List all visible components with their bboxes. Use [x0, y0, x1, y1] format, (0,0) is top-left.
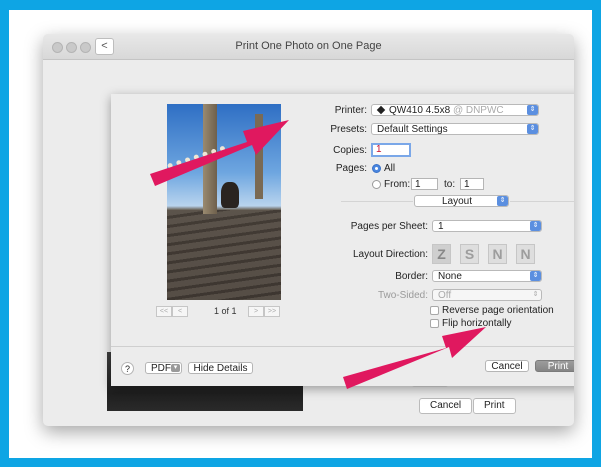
photo-preview	[167, 104, 281, 300]
up-down-arrows-icon: ⇕	[530, 221, 541, 231]
pager-back: << <	[156, 306, 188, 317]
border-value: None	[438, 271, 462, 282]
up-down-arrows-icon: ⇕	[527, 105, 538, 115]
title-bar: < Print One Photo on One Page	[43, 34, 574, 60]
pdf-label: PDF	[151, 363, 171, 374]
previous-page-button[interactable]: <	[172, 306, 188, 317]
pages-from-label: From:	[384, 179, 411, 190]
presets-popup[interactable]: Default Settings ⇕	[371, 123, 539, 135]
layout-direction-n-reversed[interactable]: N	[488, 244, 507, 264]
two-sided-value: Off	[438, 290, 452, 301]
pages-all-label: All	[384, 163, 396, 174]
print-button[interactable]: Print	[535, 360, 574, 372]
up-down-arrows-icon: ⇕	[532, 291, 539, 298]
pages-range-radio[interactable]	[372, 180, 381, 189]
window-title: Print One Photo on One Page	[235, 40, 382, 52]
copies-input[interactable]: 1	[371, 143, 411, 157]
pager-forward: > >>	[248, 306, 280, 317]
section-value: Layout	[442, 196, 473, 207]
flip-horizontally-checkbox[interactable]	[430, 319, 439, 328]
pages-all-radio[interactable]	[372, 164, 381, 173]
copies-label: Copies:	[333, 145, 367, 156]
printer-icon	[376, 105, 386, 115]
background-cancel-button[interactable]: Cancel	[419, 398, 473, 414]
reverse-orientation-label: Reverse page orientation	[442, 305, 554, 316]
printer-label: Printer:	[334, 105, 367, 116]
pages-per-sheet-label: Pages per Sheet:	[350, 221, 428, 232]
pages-from-input[interactable]: 1	[411, 178, 438, 190]
printer-popup[interactable]: QW410 4.5x8 @ DNPWC ⇕	[371, 104, 539, 116]
printer-name: QW410 4.5x8	[389, 105, 451, 116]
pages-label: Pages:	[335, 163, 367, 174]
section-popup[interactable]: Layout ⇕	[414, 195, 509, 207]
chevron-down-icon: ▾	[171, 364, 180, 372]
first-page-button[interactable]: <<	[156, 306, 172, 317]
layout-direction-label: Layout Direction:	[352, 249, 428, 260]
printer-location: @ DNPWC	[452, 105, 504, 116]
layout-direction-s[interactable]: S	[460, 244, 479, 264]
up-down-arrows-icon: ⇕	[530, 271, 541, 281]
print-sheet: << < 1 of 1 > >> Printer: QW410 4.5x8 @ …	[111, 94, 574, 386]
reverse-orientation-checkbox[interactable]	[430, 306, 439, 315]
print-window: < Print One Photo on One Page Cancel Pri…	[43, 34, 574, 426]
cancel-button[interactable]: Cancel	[485, 360, 529, 372]
background-print-button[interactable]: Print	[473, 398, 516, 414]
layout-direction-n[interactable]: N	[516, 244, 535, 264]
question-icon: ?	[124, 364, 130, 374]
bottom-divider	[111, 346, 574, 347]
presets-value: Default Settings	[377, 124, 448, 135]
presets-label: Presets:	[330, 124, 367, 135]
hide-details-button[interactable]: Hide Details	[188, 362, 253, 374]
page-indicator: 1 of 1	[214, 306, 237, 316]
border-popup[interactable]: None ⇕	[432, 270, 542, 282]
two-sided-label: Two-Sided:	[377, 290, 428, 301]
border-label: Border:	[395, 271, 428, 282]
up-down-arrows-icon: ⇕	[527, 124, 538, 134]
section-divider-left	[341, 201, 413, 202]
up-down-arrows-icon: ⇕	[497, 196, 508, 206]
last-page-button[interactable]: >>	[264, 306, 280, 317]
next-page-button[interactable]: >	[248, 306, 264, 317]
section-divider-right	[510, 201, 574, 202]
pages-per-sheet-popup[interactable]: 1 ⇕	[432, 220, 542, 232]
layout-direction-z[interactable]: Z	[432, 244, 451, 264]
pages-to-input[interactable]: 1	[460, 178, 484, 190]
pages-to-label: to:	[444, 179, 456, 190]
pdf-menu-button[interactable]: PDF ▾	[145, 362, 182, 374]
flip-horizontally-label: Flip horizontally	[442, 318, 512, 329]
help-button[interactable]: ?	[121, 362, 134, 375]
pages-per-sheet-value: 1	[438, 221, 444, 232]
two-sided-popup[interactable]: Off ⇕	[432, 289, 542, 301]
